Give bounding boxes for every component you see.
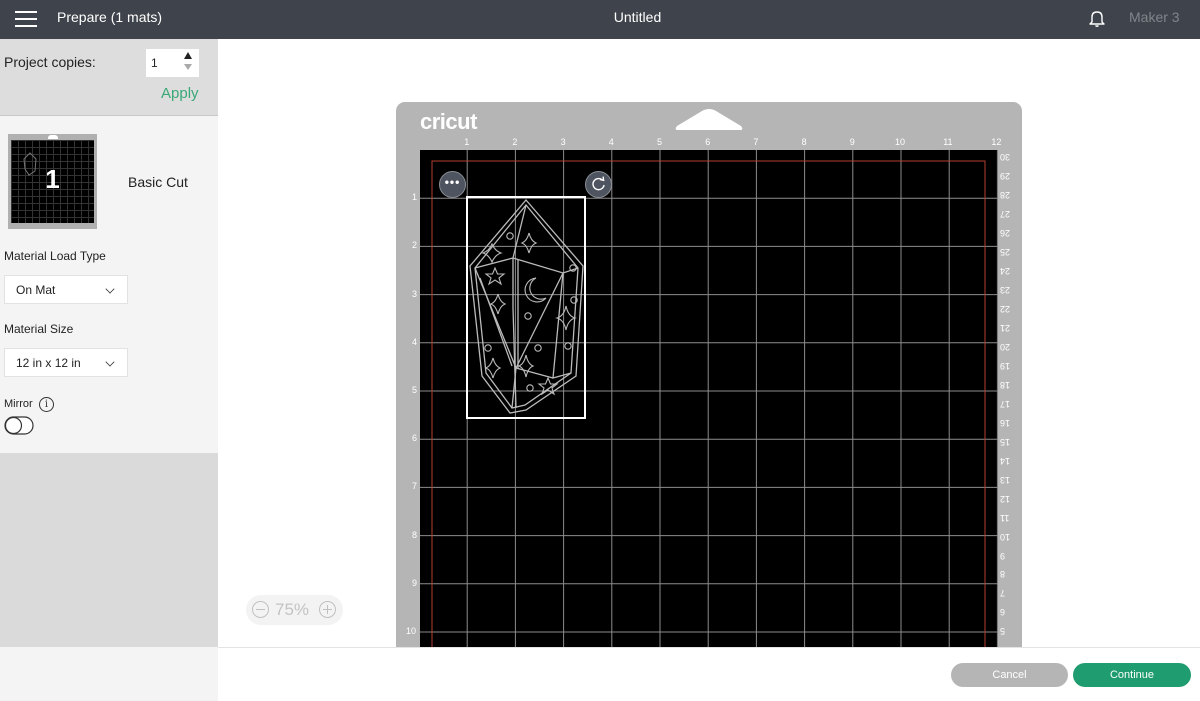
ruler-top-label: 11 (943, 137, 953, 147)
mirror-label: Mirror (4, 398, 33, 410)
material-load-type-value: On Mat (16, 283, 56, 297)
ruler-right-label: 16 (1000, 417, 1011, 428)
cricut-logo: cricut (420, 109, 477, 134)
ruler-right-label: 21 (1000, 322, 1011, 333)
ruler-left-label: 3 (412, 288, 418, 299)
material-size-label: Material Size (4, 322, 74, 336)
ruler-right-label: 13 (1000, 474, 1011, 485)
info-icon[interactable]: i (39, 397, 54, 412)
ruler-top-label: 3 (560, 137, 566, 147)
rotate-icon[interactable] (585, 171, 612, 198)
ruler-right-label: 24 (1000, 265, 1011, 276)
bell-icon[interactable] (1087, 8, 1107, 28)
material-size-value: 12 in x 12 in (16, 356, 81, 370)
crystal-design (469, 199, 584, 414)
mat-notch (675, 109, 743, 130)
ruler-right-label: 18 (1000, 379, 1011, 390)
project-copies-stepper[interactable]: 1 (146, 49, 199, 77)
ruler-right-label: 15 (1000, 436, 1011, 447)
chevron-down-icon (105, 357, 115, 367)
ruler-top-label: 4 (608, 137, 614, 147)
ruler-right-label: 23 (1000, 284, 1011, 295)
mat-thumbnail[interactable]: 1 (8, 134, 97, 229)
design-selection-box[interactable] (466, 196, 586, 419)
ruler-right-label: 19 (1000, 360, 1011, 371)
ruler-right-label: 27 (1000, 208, 1011, 219)
left-panel: Project copies: 1 Apply 1 Basic Cut Mate… (0, 39, 218, 701)
ruler-right-label: 6 (1000, 607, 1006, 618)
chevron-down-icon (105, 284, 115, 294)
material-size-select[interactable]: 12 in x 12 in (4, 348, 128, 377)
ruler-right-label: 25 (1000, 246, 1011, 257)
ruler-right-label: 17 (1000, 398, 1011, 409)
ruler-left-label: 1 (412, 192, 418, 203)
ruler-left-label: 2 (412, 240, 418, 251)
ruler-top-label: 7 (753, 137, 759, 147)
cancel-button[interactable]: Cancel (951, 663, 1068, 687)
page-title: Prepare (1 mats) (57, 9, 163, 25)
ruler-right-label: 29 (1000, 170, 1011, 181)
project-copies-value[interactable]: 1 (151, 56, 158, 70)
ruler-left-label: 10 (406, 626, 417, 636)
ruler-top-label: 8 (801, 137, 807, 147)
zoom-level: 75% (275, 600, 310, 619)
ruler-left-label: 4 (412, 336, 418, 347)
increment-arrow-icon[interactable] (184, 52, 192, 59)
ruler-right-label: 11 (1000, 512, 1010, 523)
ruler-right-label: 28 (1000, 189, 1011, 200)
mat-number: 1 (45, 164, 60, 194)
ruler-right-label: 22 (1000, 303, 1011, 314)
ruler-top-label: 12 (991, 137, 1002, 147)
left-panel-empty-area (0, 453, 218, 647)
mat-name: Basic Cut (128, 174, 188, 190)
ruler-right-label: 20 (1000, 341, 1011, 352)
zoom-in-icon[interactable] (319, 601, 336, 618)
material-load-type-label: Material Load Type (4, 249, 106, 263)
top-bar: Prepare (1 mats) Untitled Maker 3 (0, 0, 1200, 39)
project-copies-label: Project copies: (4, 54, 96, 70)
material-load-type-select[interactable]: On Mat (4, 275, 128, 304)
ruler-top-label: 10 (895, 137, 906, 147)
ruler-left-label: 9 (412, 577, 418, 588)
mirror-toggle[interactable] (4, 416, 34, 435)
ruler-right-label: 8 (1000, 569, 1006, 580)
hamburger-menu-icon[interactable] (15, 11, 37, 27)
footer-left-area (0, 647, 218, 701)
ruler-right-label: 14 (1000, 455, 1011, 466)
mat-notch (48, 135, 58, 139)
ruler-left-label: 6 (412, 433, 418, 444)
more-options-button[interactable]: ••• (439, 171, 466, 198)
ruler-right-label: 26 (1000, 227, 1011, 238)
ruler-top-label: 1 (464, 137, 470, 147)
ruler-right-label: 7 (1000, 588, 1006, 599)
ruler-right-label: 9 (1000, 550, 1006, 561)
ruler-left-label: 8 (412, 529, 418, 540)
continue-button[interactable]: Continue (1073, 663, 1191, 687)
ruler-top-label: 5 (657, 137, 663, 147)
ruler-right-label: 30 (1000, 152, 1011, 162)
zoom-out-icon[interactable] (252, 601, 269, 618)
document-title: Untitled (613, 9, 662, 25)
ruler-left-label: 5 (412, 385, 418, 395)
decrement-arrow-icon[interactable] (184, 64, 192, 70)
ruler-right-label: 5 (1000, 626, 1006, 637)
machine-selector[interactable]: Maker 3 (1129, 9, 1180, 25)
footer-divider (218, 647, 1200, 648)
apply-button[interactable]: Apply (161, 85, 199, 102)
ruler-right-label: 10 (1000, 531, 1011, 542)
ruler-left-label: 7 (412, 481, 418, 492)
ruler-right-label: 12 (1000, 493, 1011, 504)
document-title-wrap: Untitled (0, 9, 1200, 25)
ruler-top-label: 6 (705, 137, 711, 147)
ruler-top-label: 2 (512, 137, 518, 147)
ruler-top-label: 9 (849, 137, 855, 147)
zoom-control: 75% (246, 595, 343, 625)
canvas-viewport: cricut 1 2 3 4 5 6 7 8 9 10 11 12 1 2 3 4 5 6 7 8 9 10 30 29 28 2… (218, 39, 1200, 647)
project-copies-section: Project copies: 1 Apply (0, 39, 218, 116)
